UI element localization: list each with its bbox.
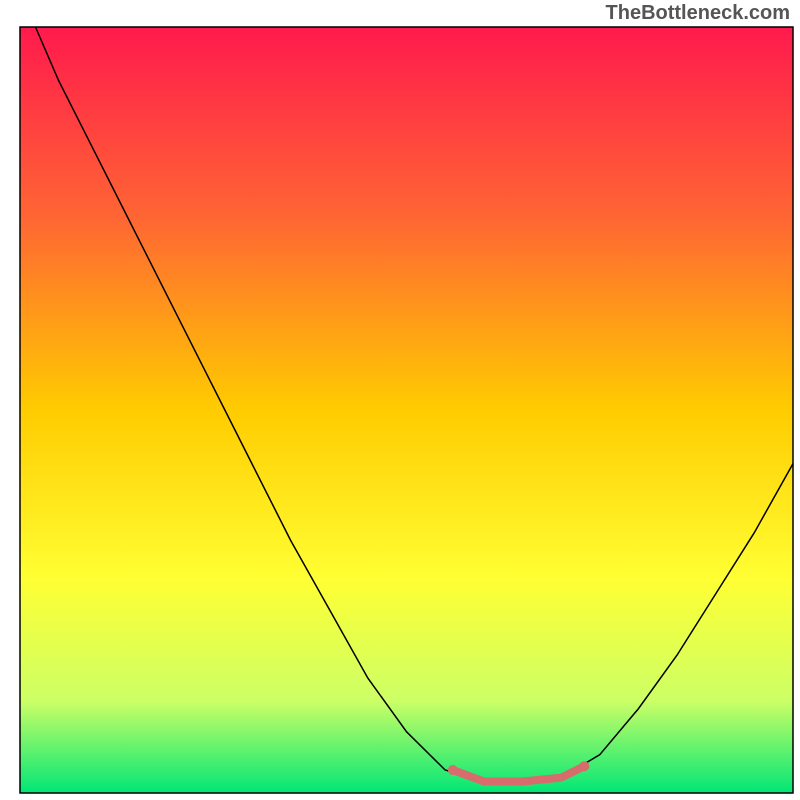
highlight-marker: [579, 761, 589, 771]
watermark-text: TheBottleneck.com: [606, 2, 790, 25]
bottleneck-chart: [0, 0, 800, 800]
highlight-marker: [448, 765, 458, 775]
chart-background: [20, 27, 793, 793]
chart-container: [0, 0, 800, 800]
